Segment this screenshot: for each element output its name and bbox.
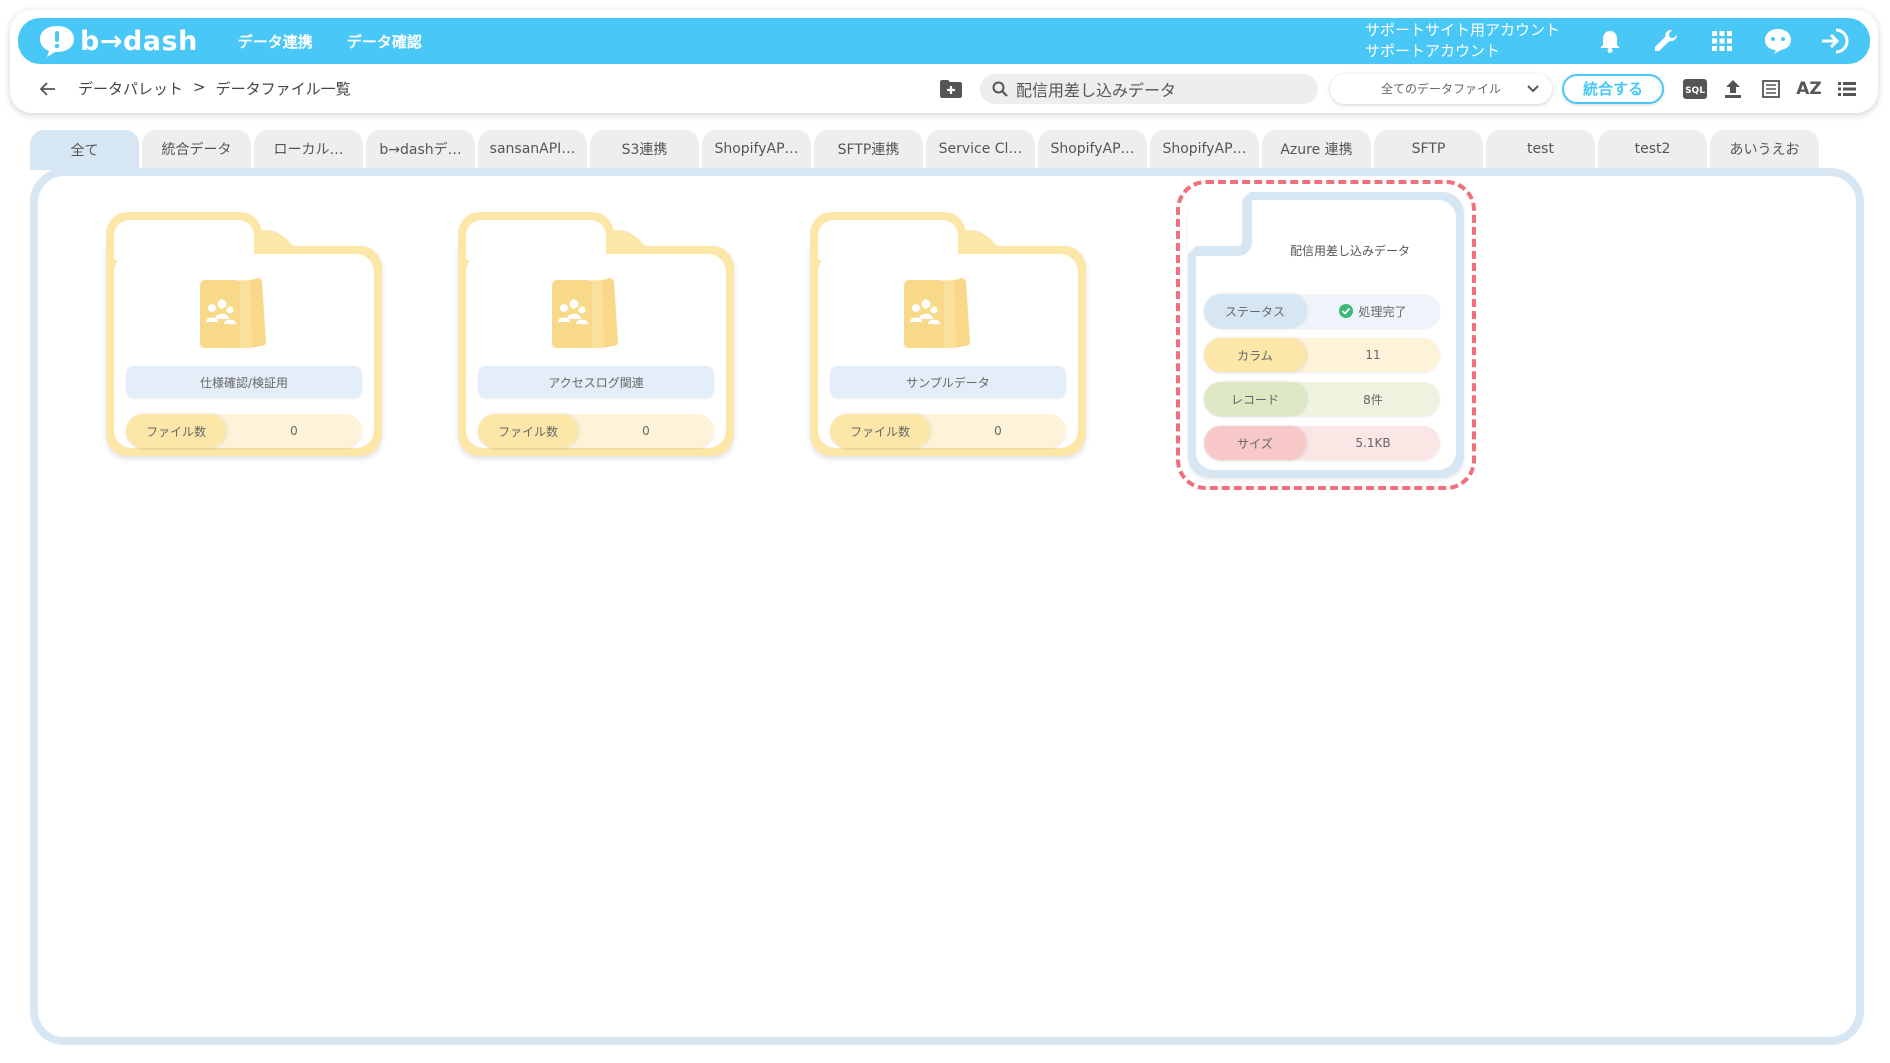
tab-azure[interactable]: Azure 連携 [1262, 130, 1371, 168]
file-filter-select[interactable]: 全てのデータファイル [1330, 73, 1552, 104]
folder-name: サンプルデータ [830, 366, 1066, 398]
tab-aiueo[interactable]: あいうえお [1710, 130, 1819, 168]
logo-text: b→dash [80, 25, 198, 57]
tab-shopify-api-3[interactable]: ShopifyAP… [1150, 130, 1259, 168]
folder-card[interactable]: 仕様確認/検証用 ファイル数 0 [106, 212, 382, 456]
size-value: 5.1KB [1355, 436, 1391, 450]
sql-label: SQL [1685, 86, 1705, 96]
tab-test[interactable]: test [1486, 130, 1595, 168]
column-label: カラム [1204, 338, 1306, 372]
record-label: レコード [1204, 382, 1306, 416]
file-count-label: ファイル数 [830, 414, 930, 448]
sql-icon[interactable]: SQL [1678, 74, 1712, 104]
breadcrumb-separator: > [193, 78, 206, 96]
tab-shopify-api-2[interactable]: ShopifyAP… [1038, 130, 1147, 168]
header-shell: b→dash データ連携 データ確認 サポートサイト用アカウント サポートアカウ… [10, 10, 1878, 113]
apps-grid-icon[interactable] [1702, 21, 1742, 61]
folder-card[interactable]: サンプルデータ ファイル数 0 [810, 212, 1086, 456]
file-record-row: レコード 8件 [1204, 382, 1440, 416]
file-count-label: ファイル数 [126, 414, 226, 448]
status-value: 処理完了 [1306, 303, 1440, 320]
file-count-value: 0 [642, 424, 650, 438]
folder-files-icon [552, 278, 618, 348]
file-list-panel: 仕様確認/検証用 ファイル数 0 アクセスログ関連 ファイル数 0 サンプルデー… [30, 168, 1864, 1045]
nav-data-check[interactable]: データ確認 [347, 31, 422, 52]
back-arrow-icon[interactable] [36, 77, 60, 101]
file-count-value: 0 [290, 424, 298, 438]
tab-bdash-data[interactable]: b→dashデ… [366, 130, 475, 168]
chevron-down-icon [1527, 84, 1539, 92]
folder-name: 仕様確認/検証用 [126, 366, 362, 398]
data-file-title: 配信用差し込みデータ [1289, 244, 1410, 258]
logo-bubble-icon [38, 24, 76, 58]
file-count-label: ファイル数 [478, 414, 578, 448]
tab-sansan-api[interactable]: sansanAPI… [478, 130, 587, 168]
search-box[interactable] [980, 73, 1318, 104]
folder-name: アクセスログ関連 [478, 366, 714, 398]
folder-file-count: ファイル数 0 [830, 414, 1066, 448]
account-user: サポートアカウント [1364, 42, 1500, 60]
size-label: サイズ [1204, 426, 1306, 460]
tab-merged-data[interactable]: 統合データ [142, 130, 251, 168]
breadcrumb-data-palette[interactable]: データパレット [78, 78, 183, 99]
list-detail-icon[interactable] [1754, 74, 1788, 104]
folder-files-icon [200, 278, 266, 348]
tab-shopify-api-1[interactable]: ShopifyAP… [702, 130, 811, 168]
sub-toolbar-actions: 全てのデータファイル 統合する SQL AZ [936, 73, 1864, 104]
sort-az-icon[interactable]: AZ [1792, 74, 1826, 104]
file-status-row: ステータス 処理完了 [1204, 294, 1440, 328]
tab-service-cloud[interactable]: Service Cl… [926, 130, 1035, 168]
folder-card[interactable]: アクセスログ関連 ファイル数 0 [458, 212, 734, 456]
folder-files-icon [904, 278, 970, 348]
file-size-row: サイズ 5.1KB [1204, 426, 1440, 460]
add-folder-icon[interactable] [936, 74, 966, 104]
nav-data-integration[interactable]: データ連携 [238, 31, 313, 52]
folder-file-count: ファイル数 0 [478, 414, 714, 448]
status-text: 処理完了 [1358, 304, 1407, 319]
logout-icon[interactable] [1814, 21, 1854, 61]
list-view-icon[interactable] [1830, 74, 1864, 104]
wrench-icon[interactable] [1646, 21, 1686, 61]
account-site: サポートサイト用アカウント [1364, 21, 1560, 39]
tab-sftp-integration[interactable]: SFTP連携 [814, 130, 923, 168]
tab-s3[interactable]: S3連携 [590, 130, 699, 168]
column-value: 11 [1365, 348, 1381, 362]
record-value: 8件 [1363, 392, 1383, 407]
tab-all[interactable]: 全て [30, 130, 139, 170]
upload-icon[interactable] [1716, 74, 1750, 104]
tab-test2[interactable]: test2 [1598, 130, 1707, 168]
filter-selected-value: 全てのデータファイル [1380, 82, 1501, 96]
bell-icon[interactable] [1590, 21, 1630, 61]
file-column-row: カラム 11 [1204, 338, 1440, 372]
search-icon [992, 81, 1008, 97]
tab-sftp[interactable]: SFTP [1374, 130, 1483, 168]
app-logo[interactable]: b→dash [38, 24, 198, 58]
folder-file-count: ファイル数 0 [126, 414, 362, 448]
tab-local[interactable]: ローカル… [254, 130, 363, 168]
merge-button[interactable]: 統合する [1562, 73, 1664, 104]
breadcrumb: データパレット > データファイル一覧 [78, 78, 351, 99]
check-circle-icon [1339, 304, 1354, 318]
data-file-card[interactable]: 配信用差し込みデータ ステータス 処理完了 カラム 11 レコード 8件 サイズ… [1176, 180, 1476, 490]
search-input[interactable] [1016, 79, 1296, 98]
support-chat-icon[interactable] [1758, 21, 1798, 61]
folder-tabs: 全て 統合データ ローカル… b→dashデ… sansanAPI… S3連携 … [30, 130, 1822, 170]
file-corner-fold-icon [1196, 200, 1252, 256]
top-navigation-bar: b→dash データ連携 データ確認 サポートサイト用アカウント サポートアカウ… [18, 18, 1870, 64]
breadcrumb-data-file-list: データファイル一覧 [215, 80, 351, 98]
status-label: ステータス [1204, 294, 1306, 328]
file-count-value: 0 [994, 424, 1002, 438]
sub-toolbar: データパレット > データファイル一覧 全てのデータファイル 統合する SQL [10, 64, 1878, 113]
account-info[interactable]: サポートサイト用アカウント サポートアカウント [1365, 20, 1560, 62]
